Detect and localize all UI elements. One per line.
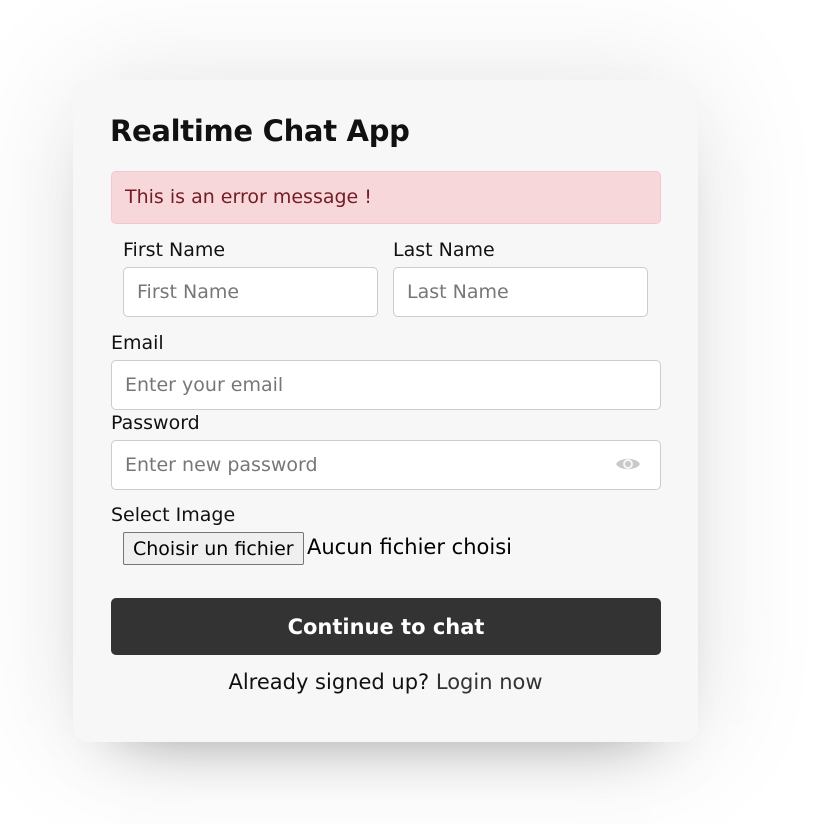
last-name-label: Last Name <box>393 239 495 261</box>
login-prompt: Already signed up? Login now <box>73 670 698 694</box>
select-image-label: Select Image <box>111 504 236 526</box>
continue-to-chat-button[interactable]: Continue to chat <box>111 598 661 655</box>
password-label: Password <box>111 412 200 434</box>
choose-file-button[interactable]: Choisir un fichier <box>123 532 304 565</box>
signup-card: Realtime Chat App This is an error messa… <box>73 80 698 742</box>
eye-icon[interactable] <box>615 454 641 474</box>
login-prompt-text: Already signed up? <box>228 670 430 694</box>
email-input[interactable] <box>111 360 661 410</box>
email-label: Email <box>111 332 164 354</box>
password-input[interactable] <box>111 440 661 490</box>
first-name-label: First Name <box>123 239 226 261</box>
last-name-input[interactable] <box>393 267 648 317</box>
file-status-text: Aucun fichier choisi <box>307 535 512 559</box>
error-message: This is an error message ! <box>111 171 661 224</box>
page-title: Realtime Chat App <box>110 114 410 148</box>
first-name-input[interactable] <box>123 267 378 317</box>
login-link[interactable]: Login now <box>436 670 543 694</box>
